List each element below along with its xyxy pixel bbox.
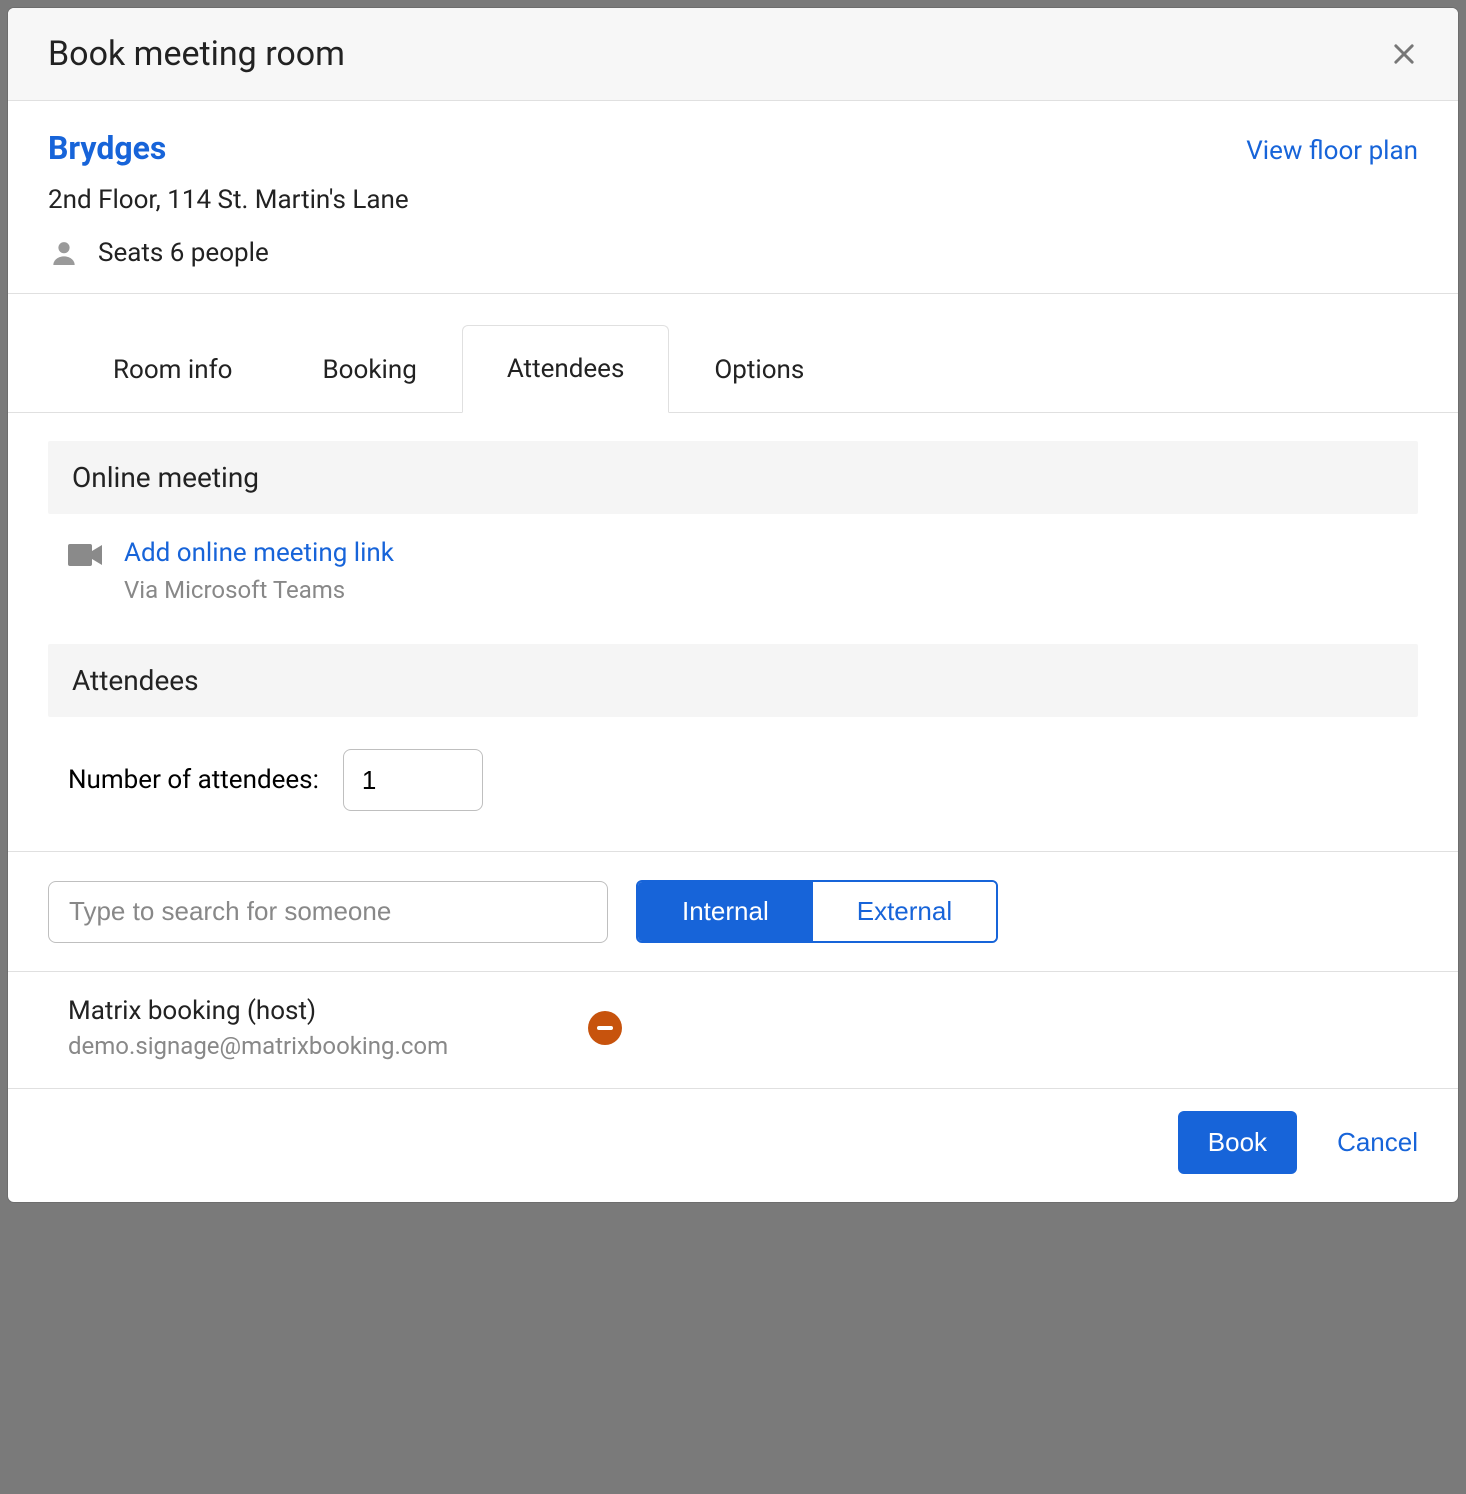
section-online-meeting-header: Online meeting [48, 441, 1418, 514]
video-camera-icon [68, 542, 102, 568]
attendee-search-input[interactable] [48, 881, 608, 943]
tab-bar: Room info Booking Attendees Options [8, 324, 1458, 413]
book-button[interactable]: Book [1178, 1111, 1297, 1174]
add-online-meeting-link[interactable]: Add online meeting link [124, 538, 394, 568]
attendee-list-item: Matrix booking (host) demo.signage@matri… [8, 972, 1458, 1089]
attendee-email: demo.signage@matrixbooking.com [68, 1032, 548, 1060]
cancel-button[interactable]: Cancel [1337, 1127, 1418, 1158]
segment-external-button[interactable]: External [813, 882, 996, 941]
attendee-name: Matrix booking (host) [68, 996, 548, 1026]
close-icon [1390, 40, 1418, 68]
close-button[interactable] [1382, 32, 1426, 76]
attendee-search-row: Internal External [8, 851, 1458, 972]
room-capacity-text: Seats 6 people [98, 238, 269, 268]
attendees-count-input[interactable] [343, 749, 483, 811]
book-meeting-dialog: Book meeting room Brydges View floor pla… [8, 8, 1458, 1202]
dialog-header: Book meeting room [8, 8, 1458, 101]
online-meeting-via-text: Via Microsoft Teams [124, 576, 394, 604]
person-icon [48, 237, 80, 269]
view-floor-plan-link[interactable]: View floor plan [1246, 136, 1418, 166]
section-attendees-header: Attendees [48, 644, 1418, 717]
minus-icon [597, 1026, 613, 1030]
room-name-link[interactable]: Brydges [48, 129, 166, 167]
room-location: 2nd Floor, 114 St. Martin's Lane [48, 185, 1418, 215]
tab-content: Online meeting Add online meeting link V… [8, 413, 1458, 851]
attendees-count-label: Number of attendees: [68, 765, 319, 795]
attendees-count-row: Number of attendees: [48, 717, 1418, 851]
dialog-footer: Book Cancel [8, 1089, 1458, 1202]
attendee-type-segmented: Internal External [636, 880, 998, 943]
tab-booking[interactable]: Booking [277, 326, 461, 413]
tab-room-info[interactable]: Room info [68, 326, 277, 413]
dialog-title: Book meeting room [48, 34, 345, 74]
attendee-info: Matrix booking (host) demo.signage@matri… [68, 996, 548, 1060]
remove-attendee-button[interactable] [588, 1011, 622, 1045]
tab-options[interactable]: Options [669, 326, 849, 413]
room-capacity: Seats 6 people [48, 237, 1418, 269]
tab-attendees[interactable]: Attendees [462, 325, 670, 413]
room-summary: Brydges View floor plan 2nd Floor, 114 S… [8, 101, 1458, 294]
segment-internal-button[interactable]: Internal [638, 882, 813, 941]
online-meeting-body: Add online meeting link Via Microsoft Te… [48, 514, 1418, 644]
